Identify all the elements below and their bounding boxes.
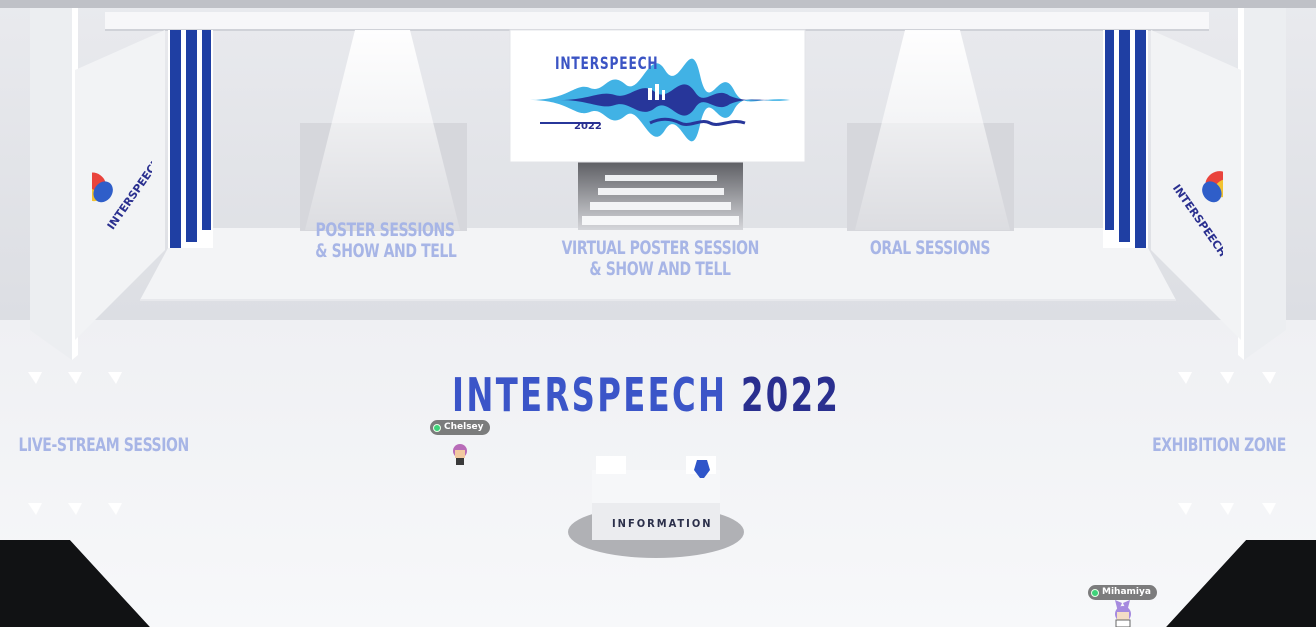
interspeech-logo-icon: INTERSPEECH 2022 xyxy=(80,127,184,260)
banner-title: INTERSPEECH xyxy=(555,54,659,74)
event-title: INTERSPEECH 2022 xyxy=(452,368,840,422)
event-title-word: INTERSPEECH xyxy=(452,368,728,422)
zone-live-stream-session[interactable]: LIVE-STREAM SESSION xyxy=(18,434,190,456)
avatar-name: Mihamiya xyxy=(1102,587,1151,597)
zone-livestream-label: LIVE-STREAM SESSION xyxy=(18,434,190,456)
zone-exhibition-label: EXHIBITION ZONE xyxy=(1152,434,1286,456)
interspeech-logo-icon: INTERSPEECH 2022 xyxy=(1163,150,1249,287)
avatar-name-tag-chelsey[interactable]: Chelsey xyxy=(430,420,490,435)
zone-oral-label: ORAL SESSIONS xyxy=(869,237,991,259)
zone-oral-sessions[interactable]: ORAL SESSIONS xyxy=(864,238,995,259)
online-status-icon xyxy=(433,423,441,432)
zone-exhibition[interactable]: EXHIBITION ZONE xyxy=(1149,435,1288,456)
zone-virtual-line1: VIRTUAL POSTER SESSION xyxy=(561,237,760,259)
virtual-venue-lobby: INTERSPEECH 2022 INTERSPEECH 2022 INTERS… xyxy=(0,0,1316,627)
event-title-year: 2022 xyxy=(740,368,841,422)
avatar-name-tag-mihamiya[interactable]: Mihamiya xyxy=(1088,585,1157,600)
avatar-name: Chelsey xyxy=(444,422,484,432)
information-desk-label: INFORMATION xyxy=(612,517,713,530)
zone-virtual-poster-session[interactable]: VIRTUAL POSTER SESSION & SHOW AND TELL xyxy=(561,237,760,280)
zone-poster-line2: & SHOW AND TELL xyxy=(315,240,457,262)
zone-poster-sessions[interactable]: POSTER SESSIONS & SHOW AND TELL xyxy=(315,219,457,262)
online-status-icon xyxy=(1091,588,1099,597)
zone-virtual-line2: & SHOW AND TELL xyxy=(589,258,731,280)
banner-year: 2022 xyxy=(574,121,602,132)
zone-poster-line1: POSTER SESSIONS xyxy=(315,219,455,241)
